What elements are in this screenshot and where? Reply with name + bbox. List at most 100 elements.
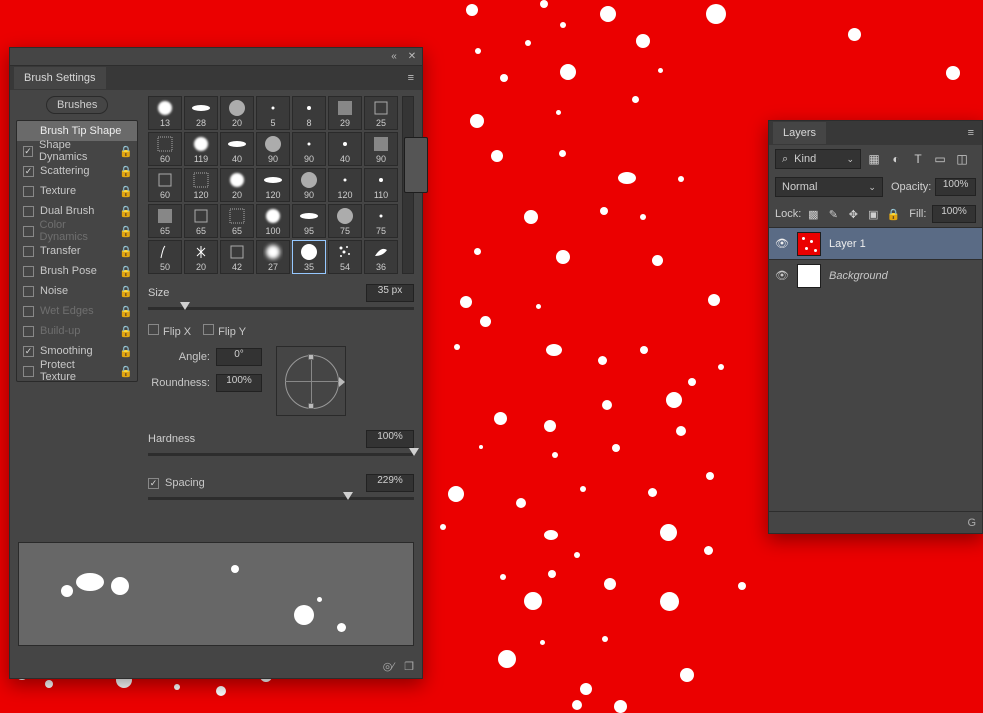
- brush-tip[interactable]: 65: [148, 204, 182, 238]
- layer-name[interactable]: Background: [829, 270, 888, 282]
- brush-tip[interactable]: 20: [220, 168, 254, 202]
- checkbox[interactable]: [23, 306, 34, 317]
- filter-smart-icon[interactable]: ◫: [953, 150, 971, 168]
- brush-option-brush-pose[interactable]: Brush Pose🔒: [17, 261, 137, 281]
- visibility-icon[interactable]: 👁: [775, 269, 789, 282]
- lock-icon[interactable]: 🔒: [119, 245, 133, 258]
- lock-transparency-icon[interactable]: ▩: [805, 206, 821, 222]
- brush-tip-scrollbar[interactable]: [402, 96, 414, 274]
- brush-tip[interactable]: 36: [364, 240, 398, 274]
- brush-tip[interactable]: 5: [256, 96, 290, 130]
- filter-adjustment-icon[interactable]: ◐: [887, 150, 905, 168]
- checkbox[interactable]: [23, 166, 34, 177]
- flip-x-checkbox[interactable]: Flip X: [148, 324, 191, 338]
- angle-input[interactable]: 0°: [216, 348, 262, 366]
- lock-icon[interactable]: 🔒: [119, 325, 133, 338]
- tab-layers[interactable]: Layers: [773, 122, 826, 144]
- brush-option-dual-brush[interactable]: Dual Brush🔒: [17, 201, 137, 221]
- layers-menu-icon[interactable]: ≡: [960, 127, 982, 139]
- layer-thumbnail[interactable]: [797, 232, 821, 256]
- brush-tip[interactable]: 120: [184, 168, 218, 202]
- brush-tip[interactable]: 29: [328, 96, 362, 130]
- brush-tip[interactable]: 27: [256, 240, 290, 274]
- filter-type-icon[interactable]: T: [909, 150, 927, 168]
- brush-option-shape-dynamics[interactable]: Shape Dynamics🔒: [17, 141, 137, 161]
- brush-option-build-up[interactable]: Build-up🔒: [17, 321, 137, 341]
- lock-icon[interactable]: 🔒: [119, 305, 133, 318]
- brush-tip[interactable]: 50: [148, 240, 182, 274]
- brush-tip[interactable]: 54: [328, 240, 362, 274]
- spacing-checkbox[interactable]: [148, 478, 159, 489]
- panel-titlebar[interactable]: « ✕: [10, 48, 422, 66]
- brush-tip[interactable]: 120: [328, 168, 362, 202]
- brush-option-smoothing[interactable]: Smoothing🔒: [17, 341, 137, 361]
- brush-tip[interactable]: 40: [328, 132, 362, 166]
- blend-mode-select[interactable]: Normal ⌄: [775, 177, 883, 197]
- lock-icon[interactable]: 🔒: [119, 365, 133, 378]
- lock-all-icon[interactable]: 🔒: [885, 206, 901, 222]
- lock-icon[interactable]: 🔒: [119, 185, 133, 198]
- size-slider[interactable]: [148, 304, 414, 314]
- hardness-input[interactable]: 100%: [366, 430, 414, 448]
- brush-tip[interactable]: 90: [292, 168, 326, 202]
- flip-y-checkbox[interactable]: Flip Y: [203, 324, 246, 338]
- brush-option-color-dynamics[interactable]: Color Dynamics🔒: [17, 221, 137, 241]
- layer-name[interactable]: Layer 1: [829, 238, 866, 250]
- new-preset-icon[interactable]: ❐: [404, 660, 414, 673]
- lock-icon[interactable]: 🔒: [119, 165, 133, 178]
- opacity-input[interactable]: 100%: [935, 178, 976, 196]
- lock-icon[interactable]: 🔒: [119, 265, 133, 278]
- brush-tip[interactable]: 100: [256, 204, 290, 238]
- brush-tip[interactable]: 65: [184, 204, 218, 238]
- brush-tip[interactable]: 60: [148, 132, 182, 166]
- brush-tip[interactable]: 60: [148, 168, 182, 202]
- brush-tip[interactable]: 90: [364, 132, 398, 166]
- fill-input[interactable]: 100%: [932, 205, 976, 223]
- layer-item[interactable]: 👁 Layer 1: [769, 227, 982, 259]
- checkbox[interactable]: [23, 246, 34, 257]
- brush-tip[interactable]: 40: [220, 132, 254, 166]
- spacing-input[interactable]: 229%: [366, 474, 414, 492]
- brush-tip[interactable]: 75: [328, 204, 362, 238]
- brush-tip[interactable]: 42: [220, 240, 254, 274]
- brush-tip[interactable]: 119: [184, 132, 218, 166]
- visibility-icon[interactable]: 👁: [775, 237, 789, 250]
- brush-tip[interactable]: 65: [220, 204, 254, 238]
- spacing-slider[interactable]: [148, 494, 414, 504]
- roundness-input[interactable]: 100%: [216, 374, 262, 392]
- brush-tip[interactable]: 95: [292, 204, 326, 238]
- lock-icon[interactable]: 🔒: [119, 225, 133, 238]
- brush-tip[interactable]: 28: [184, 96, 218, 130]
- checkbox[interactable]: [23, 326, 34, 337]
- brush-tip[interactable]: 35: [292, 240, 326, 274]
- filter-pixel-icon[interactable]: ▦: [865, 150, 883, 168]
- size-input[interactable]: 35 px: [366, 284, 414, 302]
- brush-tip[interactable]: 25: [364, 96, 398, 130]
- brush-tip[interactable]: 20: [184, 240, 218, 274]
- lock-icon[interactable]: 🔒: [119, 205, 133, 218]
- close-icon[interactable]: ✕: [406, 51, 418, 63]
- panel-menu-icon[interactable]: ≡: [400, 72, 422, 84]
- brush-tip[interactable]: 90: [292, 132, 326, 166]
- lock-icon[interactable]: 🔒: [119, 285, 133, 298]
- checkbox[interactable]: [23, 346, 34, 357]
- brush-tip[interactable]: 13: [148, 96, 182, 130]
- brushes-button[interactable]: Brushes: [46, 96, 108, 114]
- hardness-slider[interactable]: [148, 450, 414, 460]
- checkbox[interactable]: [23, 146, 33, 157]
- filter-shape-icon[interactable]: ▭: [931, 150, 949, 168]
- layer-item[interactable]: 👁 Background: [769, 259, 982, 291]
- filter-kind-select[interactable]: ⌕ Kind ⌄: [775, 149, 861, 169]
- lock-position-icon[interactable]: ✥: [845, 206, 861, 222]
- checkbox[interactable]: [23, 286, 34, 297]
- checkbox[interactable]: [23, 366, 34, 377]
- tab-brush-settings[interactable]: Brush Settings: [14, 67, 106, 89]
- brush-option-texture[interactable]: Texture🔒: [17, 181, 137, 201]
- brush-option-protect-texture[interactable]: Protect Texture🔒: [17, 361, 137, 381]
- brush-option-wet-edges[interactable]: Wet Edges🔒: [17, 301, 137, 321]
- brush-tip[interactable]: 120: [256, 168, 290, 202]
- lock-icon[interactable]: 🔒: [119, 345, 133, 358]
- layer-thumbnail[interactable]: [797, 264, 821, 288]
- brush-tip[interactable]: 20: [220, 96, 254, 130]
- collapse-icon[interactable]: «: [388, 51, 400, 63]
